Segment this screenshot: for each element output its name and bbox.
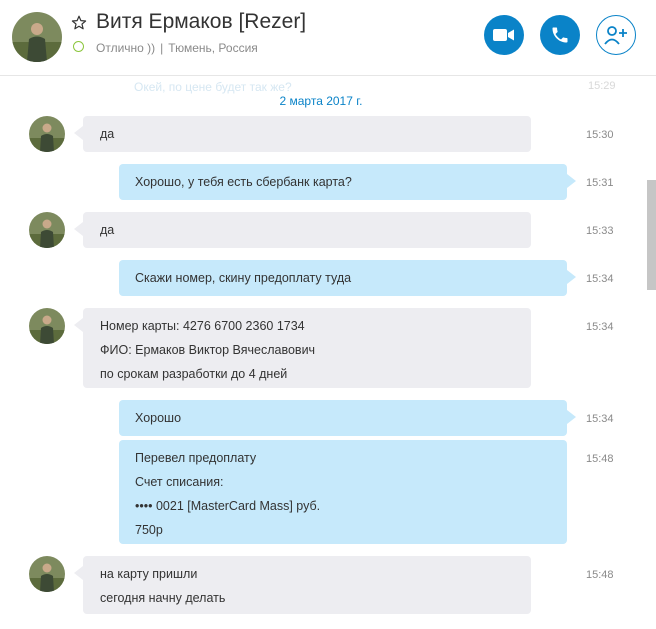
message-time: 15:34	[586, 273, 614, 285]
partial-message: Окей, по цене будет так же?	[134, 80, 292, 94]
message-text: Хорошо	[135, 411, 182, 425]
message-text: Счет списания:	[135, 475, 224, 489]
message-text: •••• 0021 [MasterCard Mass] руб.	[135, 499, 321, 513]
presence-status-icon	[73, 41, 84, 52]
message-text: Хорошо, у тебя есть сбербанк карта?	[135, 175, 352, 189]
phone-icon	[552, 27, 568, 43]
message-text: да	[100, 127, 115, 141]
message-time: 15:34	[586, 413, 614, 425]
incoming-message[interactable]: на карту пришли сегодня начну делать	[74, 556, 531, 614]
outgoing-message[interactable]: Перевел предоплату Счет списания: •••• 0…	[119, 440, 567, 544]
mood-message: Отлично ))	[96, 41, 156, 55]
message-time: 15:34	[586, 321, 614, 333]
message-text: по срокам разработки до 4 дней	[100, 367, 288, 381]
contact-status: Отлично )) | Тюмень, Россия	[96, 41, 258, 55]
video-call-button[interactable]	[484, 15, 524, 55]
incoming-message[interactable]: Номер карты: 4276 6700 2360 1734 ФИО: Ер…	[74, 308, 531, 388]
message-text: на карту пришли	[100, 567, 198, 581]
favorite-star-icon[interactable]	[71, 15, 87, 31]
outgoing-message[interactable]: Скажи номер, скину предоплату туда	[119, 260, 576, 296]
sender-avatar[interactable]	[29, 116, 65, 152]
contact-name[interactable]: Витя Ермаков [Rezer]	[96, 10, 306, 34]
add-person-icon	[604, 26, 627, 45]
message-text: Скажи номер, скину предоплату туда	[135, 271, 352, 285]
message-time: 15:33	[586, 225, 614, 237]
message-time: 15:48	[586, 569, 614, 581]
audio-call-button[interactable]	[540, 15, 580, 55]
contact-location: Тюмень, Россия	[168, 41, 258, 55]
status-separator: |	[160, 41, 164, 55]
message-time: 15:48	[586, 453, 614, 465]
video-camera-icon	[493, 29, 514, 41]
date-separator: 2 марта 2017 г.	[279, 94, 363, 108]
outgoing-message[interactable]: Хорошо	[119, 400, 576, 436]
message-text: Перевел предоплату	[135, 451, 257, 465]
message-text: ФИО: Ермаков Виктор Вячеславович	[100, 343, 316, 357]
contact-avatar[interactable]	[12, 12, 62, 62]
message-time: 15:30	[586, 129, 614, 141]
message-time: 15:31	[586, 177, 614, 189]
incoming-message[interactable]: да	[74, 116, 531, 152]
message-text: Номер карты: 4276 6700 2360 1734	[100, 319, 305, 333]
message-text: сегодня начну делать	[100, 591, 226, 605]
scrollbar-thumb[interactable]	[647, 180, 656, 290]
incoming-message[interactable]: да	[74, 212, 531, 248]
message-text: 750р	[135, 523, 163, 537]
message-text: да	[100, 223, 115, 237]
partial-message-time: 15:29	[588, 80, 616, 92]
sender-avatar[interactable]	[29, 556, 65, 592]
chat-header: Витя Ермаков [Rezer] Отлично )) | Тюмень, …	[0, 0, 656, 76]
sender-avatar[interactable]	[29, 212, 65, 248]
outgoing-message[interactable]: Хорошо, у тебя есть сбербанк карта?	[119, 164, 576, 200]
add-people-button[interactable]	[596, 15, 636, 55]
sender-avatar[interactable]	[29, 308, 65, 344]
